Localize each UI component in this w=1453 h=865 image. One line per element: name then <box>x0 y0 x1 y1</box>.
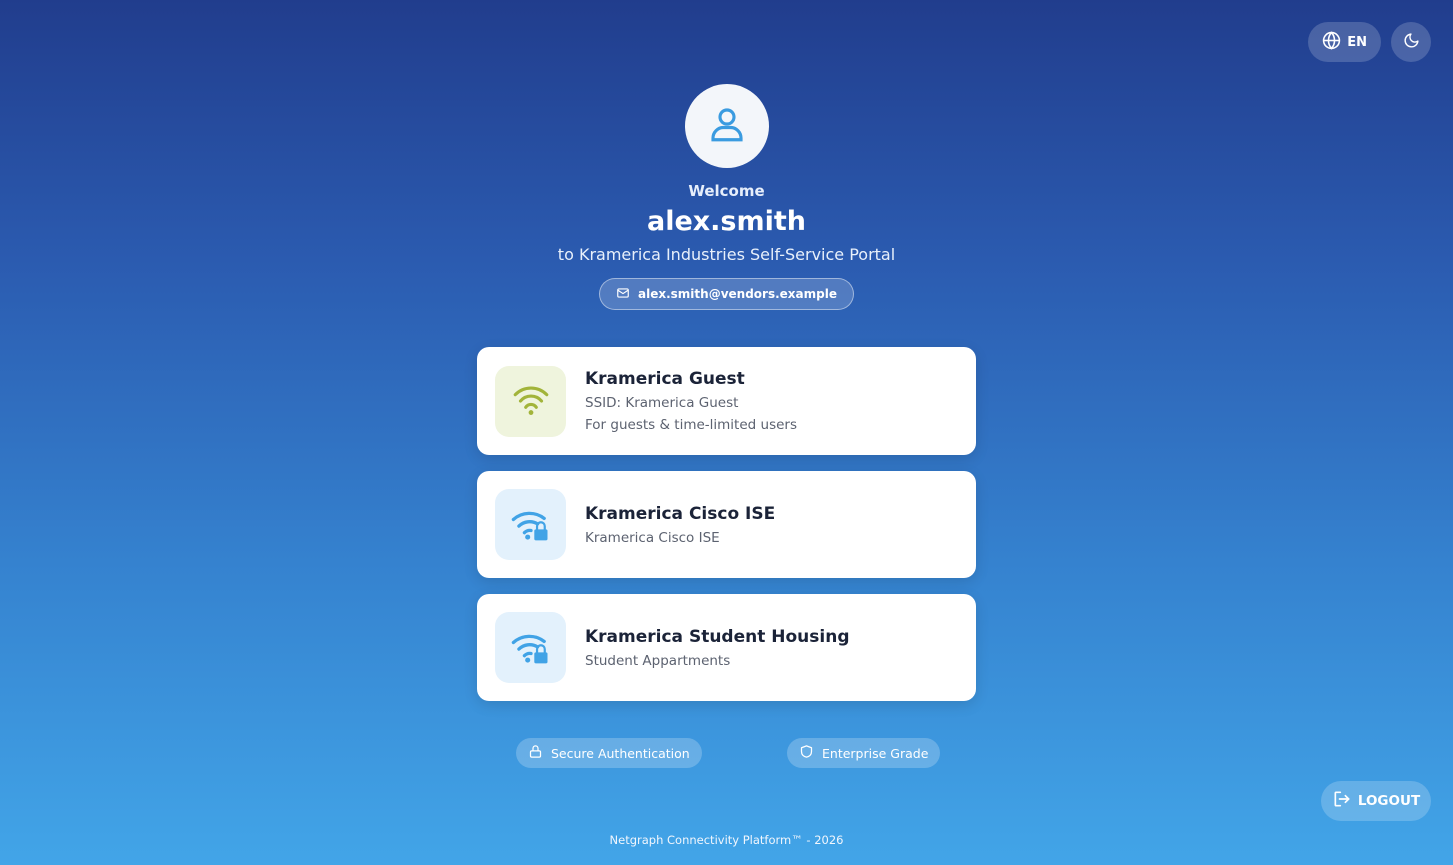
wifi-lock-icon <box>495 489 566 560</box>
logout-button[interactable]: LOGOUT <box>1321 781 1431 821</box>
mail-icon <box>616 286 630 303</box>
wifi-icon <box>495 365 566 437</box>
network-description: Kramerica Cisco ISE <box>585 529 720 546</box>
theme-toggle-button[interactable] <box>1391 22 1431 62</box>
enterprise-grade-badge: Enterprise Grade <box>787 738 941 768</box>
language-label: EN <box>1347 34 1367 50</box>
badge-label: Enterprise Grade <box>822 745 929 761</box>
username: alex.smith <box>646 206 807 237</box>
shield-icon <box>799 744 814 762</box>
logout-icon <box>1332 789 1352 813</box>
network-card-cisco-ise[interactable]: Kramerica Cisco ISE Kramerica Cisco ISE <box>477 471 976 578</box>
network-card-student-housing[interactable]: Kramerica Student Housing Student Appart… <box>477 594 976 701</box>
wifi-lock-icon <box>495 612 566 683</box>
network-ssid: SSID: Kramerica Guest <box>585 395 739 411</box>
avatar <box>684 84 769 168</box>
network-list: Kramerica Guest SSID: Kramerica Guest Fo… <box>477 347 976 717</box>
network-title: Kramerica Student Housing <box>585 626 850 647</box>
user-icon <box>706 103 748 149</box>
top-controls: EN <box>1308 22 1431 62</box>
secure-auth-badge: Secure Authentication <box>516 738 702 768</box>
welcome-header: Welcome alex.smith to Kramerica Industri… <box>0 84 1453 310</box>
badge-label: Secure Authentication <box>551 745 690 761</box>
language-button[interactable]: EN <box>1308 22 1381 62</box>
moon-icon <box>1403 32 1420 53</box>
network-title: Kramerica Guest <box>585 369 745 389</box>
email-badge: alex.smith@vendors.example <box>599 278 854 310</box>
welcome-text: Welcome <box>688 182 765 200</box>
lock-icon <box>528 744 543 762</box>
email-text: alex.smith@vendors.example <box>638 287 837 301</box>
network-card-guest[interactable]: Kramerica Guest SSID: Kramerica Guest Fo… <box>477 347 976 455</box>
footer-text: Netgraph Connectivity Platform™ - 2026 <box>609 833 844 847</box>
logout-label: LOGOUT <box>1357 793 1421 809</box>
network-description: For guests & time-limited users <box>585 417 797 433</box>
network-title: Kramerica Cisco ISE <box>585 503 776 524</box>
network-description: Student Appartments <box>585 652 731 669</box>
globe-icon <box>1322 30 1341 54</box>
portal-subtitle: to Kramerica Industries Self-Service Por… <box>557 245 896 264</box>
